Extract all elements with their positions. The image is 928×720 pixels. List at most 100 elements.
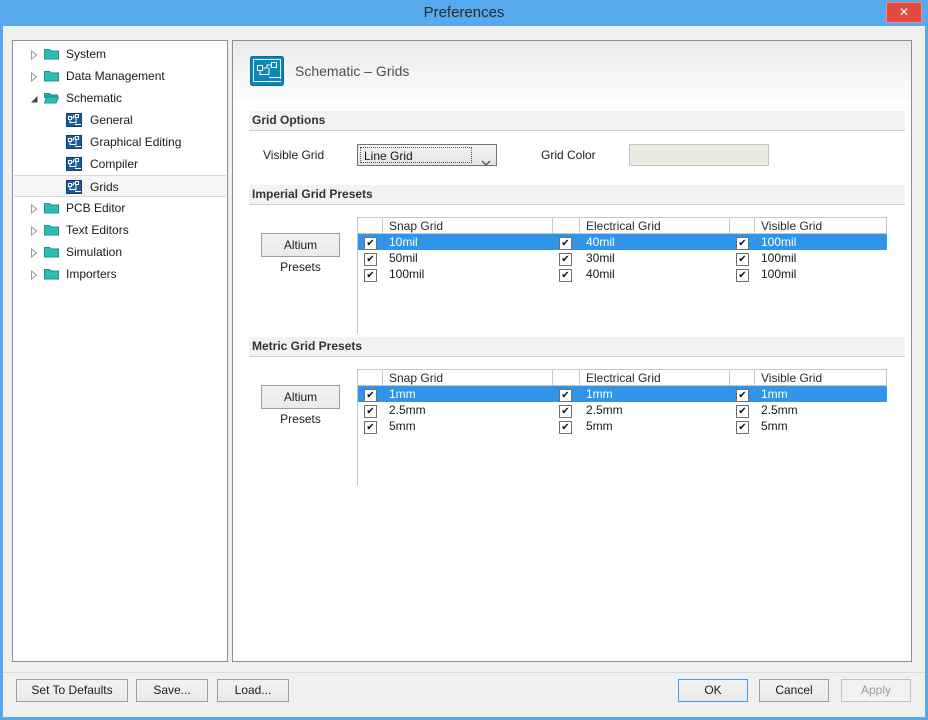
snap-grid-value: 10mil xyxy=(389,235,418,249)
snap-grid-value: 2.5mm xyxy=(389,403,426,417)
checkbox[interactable]: ✔ xyxy=(364,389,377,402)
sidebar-item-label: Grids xyxy=(90,180,119,194)
sidebar-item-label: Compiler xyxy=(90,157,139,171)
visible-grid-label: Visible Grid xyxy=(263,148,325,162)
footer-divider xyxy=(3,672,925,673)
electrical-grid-value: 30mil xyxy=(586,251,615,265)
sidebar-item-label: System xyxy=(66,47,107,61)
folder-icon xyxy=(44,47,59,63)
checkbox[interactable]: ✔ xyxy=(559,253,572,266)
close-icon: ✕ xyxy=(898,5,910,19)
checkbox[interactable]: ✔ xyxy=(364,269,377,282)
visible-grid-column-header: Visible Grid xyxy=(755,370,887,386)
checkbox[interactable]: ✔ xyxy=(364,421,377,434)
expand-arrow-icon[interactable] xyxy=(30,49,39,61)
table-row[interactable]: ✔ 2.5mm ✔ 2.5mm ✔ 2.5mm xyxy=(358,402,887,418)
checkbox[interactable]: ✔ xyxy=(559,237,572,250)
panel-header: Schematic – Grids xyxy=(233,41,911,99)
checkbox[interactable]: ✔ xyxy=(736,405,749,418)
sidebar-item-system[interactable]: System xyxy=(14,43,226,65)
apply-button[interactable]: Apply xyxy=(841,679,911,702)
folder-icon xyxy=(44,223,59,239)
cancel-button[interactable]: Cancel xyxy=(759,679,829,702)
sidebar-item-importers[interactable]: Importers xyxy=(14,263,226,285)
electrical-grid-column-header: Electrical Grid xyxy=(580,218,730,234)
sidebar-item-label: General xyxy=(90,113,133,127)
grid-color-label: Grid Color xyxy=(541,148,596,162)
set-to-defaults-button[interactable]: Set To Defaults xyxy=(16,679,128,702)
visible-grid-value: 100mil xyxy=(761,267,797,281)
checkbox-column-header xyxy=(358,218,383,234)
snap-grid-value: 5mm xyxy=(389,419,416,433)
visible-grid-value: Line Grid xyxy=(360,147,472,163)
checkbox-column-header xyxy=(358,370,383,386)
grid-options-section-header: Grid Options xyxy=(249,111,905,131)
snap-grid-column-header: Snap Grid xyxy=(383,370,553,386)
sidebar-item-grids[interactable]: Grids xyxy=(14,175,226,197)
checkbox[interactable]: ✔ xyxy=(736,253,749,266)
expand-arrow-icon[interactable] xyxy=(30,225,39,237)
checkbox[interactable]: ✔ xyxy=(559,405,572,418)
checkbox[interactable]: ✔ xyxy=(736,389,749,402)
checkbox[interactable]: ✔ xyxy=(559,269,572,282)
electrical-grid-column-header: Electrical Grid xyxy=(580,370,730,386)
sidebar-item-label: Text Editors xyxy=(66,223,129,237)
sidebar-item-label: Importers xyxy=(66,267,117,281)
sidebar-item-pcb-editor[interactable]: PCB Editor xyxy=(14,197,226,219)
metric-altium-presets-button[interactable]: Altium Presets xyxy=(261,385,340,426)
electrical-grid-value: 1mm xyxy=(586,387,613,401)
expand-arrow-icon[interactable] xyxy=(30,203,39,215)
checkbox[interactable]: ✔ xyxy=(364,237,377,250)
table-row[interactable]: ✔ 5mm ✔ 5mm ✔ 5mm xyxy=(358,418,887,434)
checkbox[interactable]: ✔ xyxy=(736,269,749,282)
preferences-tree: System Data Management Schematic General… xyxy=(12,40,228,662)
sidebar-item-simulation[interactable]: Simulation xyxy=(14,241,226,263)
load-button[interactable]: Load... xyxy=(217,679,289,702)
checkbox[interactable]: ✔ xyxy=(736,421,749,434)
visible-grid-value: 100mil xyxy=(761,235,797,249)
snap-grid-column-header: Snap Grid xyxy=(383,218,553,234)
electrical-grid-value: 2.5mm xyxy=(586,403,623,417)
snap-grid-value: 100mil xyxy=(389,267,425,281)
table-row[interactable]: ✔ 1mm ✔ 1mm ✔ 1mm xyxy=(358,386,887,402)
collapse-arrow-icon[interactable] xyxy=(30,93,39,103)
sidebar-item-data-management[interactable]: Data Management xyxy=(14,65,226,87)
ok-button[interactable]: OK xyxy=(678,679,748,702)
page-title: Schematic – Grids xyxy=(295,63,410,79)
sidebar-item-label: Data Management xyxy=(66,69,165,83)
imperial-altium-presets-button[interactable]: Altium Presets xyxy=(261,233,340,274)
checkbox[interactable]: ✔ xyxy=(364,405,377,418)
folder-icon xyxy=(44,245,59,261)
save-button[interactable]: Save... xyxy=(136,679,208,702)
table-row[interactable]: ✔ 100mil ✔ 40mil ✔ 100mil xyxy=(358,266,887,282)
checkbox-column-header xyxy=(730,370,755,386)
sidebar-item-label: Graphical Editing xyxy=(90,135,182,149)
grid-color-swatch[interactable] xyxy=(629,144,769,166)
electrical-grid-value: 40mil xyxy=(586,235,615,249)
checkbox[interactable]: ✔ xyxy=(736,237,749,250)
snap-grid-value: 50mil xyxy=(389,251,418,265)
visible-grid-column-header: Visible Grid xyxy=(755,218,887,234)
expand-arrow-icon[interactable] xyxy=(30,269,39,281)
table-row[interactable]: ✔ 10mil ✔ 40mil ✔ 100mil xyxy=(358,234,887,250)
checkbox[interactable]: ✔ xyxy=(364,253,377,266)
schematic-page-icon xyxy=(66,113,82,130)
sidebar-item-graphical-editing[interactable]: Graphical Editing xyxy=(14,131,226,153)
checkbox[interactable]: ✔ xyxy=(559,421,572,434)
sidebar-item-general[interactable]: General xyxy=(14,109,226,131)
table-row[interactable]: ✔ 50mil ✔ 30mil ✔ 100mil xyxy=(358,250,887,266)
visible-grid-select[interactable]: Line Grid xyxy=(357,144,497,166)
schematic-page-icon xyxy=(66,157,82,174)
sidebar-item-compiler[interactable]: Compiler xyxy=(14,153,226,175)
sidebar-item-label: Schematic xyxy=(66,91,123,105)
imperial-presets-section-header: Imperial Grid Presets xyxy=(249,185,905,205)
expand-arrow-icon[interactable] xyxy=(30,71,39,83)
checkbox-column-header xyxy=(730,218,755,234)
title-bar[interactable]: Preferences ✕ xyxy=(0,0,928,26)
sidebar-item-schematic[interactable]: Schematic xyxy=(14,87,226,109)
expand-arrow-icon[interactable] xyxy=(30,247,39,259)
imperial-presets-table: Snap Grid Electrical Grid Visible Grid ✔… xyxy=(357,217,887,334)
close-button[interactable]: ✕ xyxy=(886,2,922,23)
sidebar-item-text-editors[interactable]: Text Editors xyxy=(14,219,226,241)
checkbox[interactable]: ✔ xyxy=(559,389,572,402)
